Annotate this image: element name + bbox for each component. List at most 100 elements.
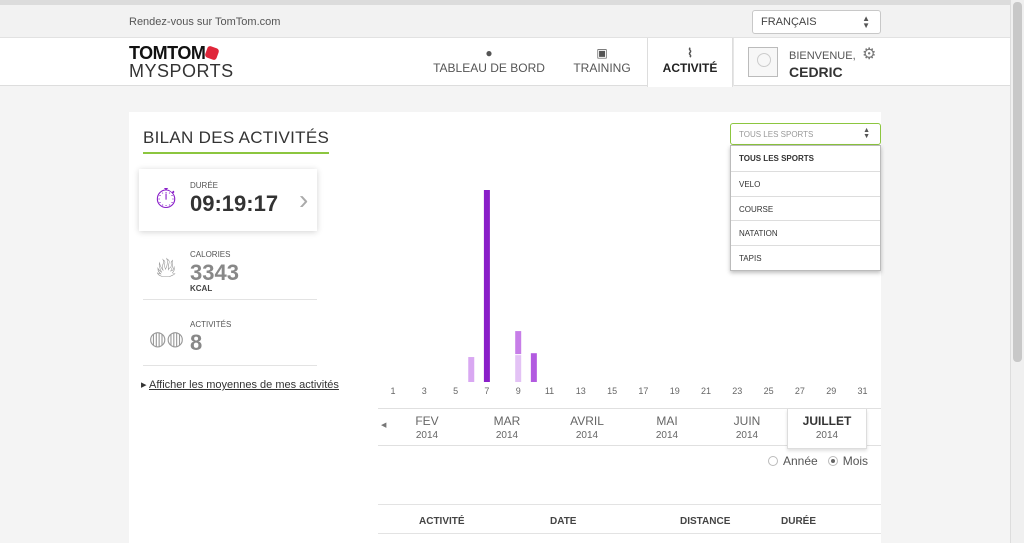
x-tick-label: 31 [857,386,867,396]
month-year: 2014 [495,430,519,441]
activity-summary-panel: BILAN DES ACTIVITÉS ⏱ DURÉE 09:19:17 › 🔥… [129,112,881,543]
sport-option-natation[interactable]: NATATION [731,220,880,245]
x-tick-label: 3 [422,386,427,396]
chart-bar-day-10[interactable] [530,353,537,382]
chart-bar-day-9[interactable] [515,355,522,382]
stat-unit: KCAL [190,284,213,293]
x-tick-label: 7 [484,386,489,396]
stat-activities[interactable]: ◍◍ ACTIVITÉS 8 [139,308,317,370]
chart-bar-day-7[interactable] [483,190,490,382]
month-juillet[interactable]: JUILLET 2014 [787,409,867,449]
radio-annee[interactable] [768,456,778,466]
x-tick-label: 13 [576,386,586,396]
month-name: MAR [493,414,521,428]
x-tick-label: 21 [701,386,711,396]
stat-duration[interactable]: ⏱ DURÉE 09:19:17 › [139,169,317,231]
logo-text-mysports: MYSPORTS [129,61,234,81]
page-title: BILAN DES ACTIVITÉS [143,128,330,154]
x-tick-label: 9 [516,386,521,396]
stat-value: 8 [190,330,203,355]
activity-pulse-icon: ⌇ [687,46,693,60]
month-selector: ◀ FEV 2014 MAR 2014 AVRIL 2014 MAI 2014 JUIN… [378,408,881,449]
user-name: CEDRIC [789,64,843,80]
nav-tableau-de-bord[interactable]: ● TABLEAU DE BORD [427,38,551,86]
stat-label: DURÉE [190,181,219,190]
month-juin[interactable]: JUIN 2014 [707,409,787,446]
sport-option-velo[interactable]: VELO [731,170,880,196]
logo-hand-icon [204,45,221,61]
sport-filter-value: TOUS LES SPORTS [739,130,814,139]
x-tick-label: 19 [670,386,680,396]
month-mar[interactable]: MAR 2014 [467,409,547,446]
tomtom-site-link[interactable]: Rendez-vous sur TomTom.com [129,16,280,28]
month-name: FEV [415,414,439,428]
stat-value: 3343 [190,260,239,285]
averages-link[interactable]: ▸ Afficher les moyennes de mes activités [141,378,339,391]
period-toggle: Année Mois [768,454,868,468]
sport-option-course[interactable]: COURSE [731,195,880,221]
stat-calories[interactable]: 🔥︎ CALORIES 3343 KCAL [139,238,317,300]
top-strip: Rendez-vous sur TomTom.com FRANÇAIS ▲ ▼ [0,0,1010,38]
sport-filter-menu: TOUS LES SPORTS VELO COURSE NATATION TAP… [730,145,881,271]
tomtom-mysports-logo[interactable]: TOMTOM MYSPORTS [129,43,234,82]
month-name: MAI [656,414,678,428]
gear-icon[interactable]: ⚙ [862,44,876,64]
x-tick-label: 23 [732,386,742,396]
welcome-text: BIENVENUE, [789,50,856,62]
month-avril[interactable]: AVRIL 2014 [547,409,627,446]
col-distance[interactable]: DISTANCE [680,516,730,527]
x-tick-label: 17 [638,386,648,396]
training-icon: ▣ [596,46,608,60]
scrollbar-thumb[interactable] [1013,2,1022,362]
flame-icon: 🔥︎ [155,252,177,283]
previous-arrow-icon[interactable]: ◀ [381,421,386,429]
x-tick-label: 15 [607,386,617,396]
stat-label: ACTIVITÉS [190,320,232,329]
x-tick-label: 29 [826,386,836,396]
col-activite[interactable]: ACTIVITÉ [419,516,465,527]
month-year: 2014 [815,430,839,441]
month-name: JUIN [733,414,761,428]
sport-option-tapis[interactable]: TAPIS [731,245,880,270]
radio-mois[interactable] [827,456,838,466]
language-select[interactable]: FRANÇAIS ▲ ▼ [752,10,881,34]
month-fev[interactable]: FEV 2014 [387,409,467,446]
month-year: 2014 [735,430,759,441]
nav-label: TRAINING [573,61,631,75]
col-date[interactable]: DATE [550,516,576,527]
nav-label: ACTIVITÉ [662,61,718,75]
avatar[interactable] [748,47,778,77]
x-tick-label: 25 [764,386,774,396]
select-arrows-icon: ▲ ▼ [863,127,870,140]
nav-activite[interactable]: ⌇ ACTIVITÉ [647,38,733,87]
chevron-right-icon: › [299,184,309,215]
stopwatch-icon: ⏱ [155,183,177,214]
month-year: 2014 [575,430,599,441]
divider [143,299,317,300]
dumbbell-icon: ◍◍ [149,328,184,350]
nav-training[interactable]: ▣ TRAINING [563,38,641,86]
radio-annee-label: Année [783,454,818,468]
averages-link-text: Afficher les moyennes de mes activités [148,379,339,391]
month-name: JUILLET [802,414,852,428]
sport-filter-select[interactable]: TOUS LES SPORTS ▲ ▼ [730,123,881,145]
month-year: 2014 [655,430,679,441]
dashboard-icon: ● [485,46,493,60]
stat-label: CALORIES [190,250,231,259]
month-name: AVRIL [570,414,604,428]
user-box: BIENVENUE, CEDRIC ⚙ [733,38,1010,86]
x-tick-label: 27 [795,386,805,396]
month-mai[interactable]: MAI 2014 [627,409,707,446]
language-value: FRANÇAIS [761,16,817,28]
page-scrollbar[interactable] [1010,0,1024,543]
col-duree[interactable]: DURÉE [781,516,816,527]
sport-option-all[interactable]: TOUS LES SPORTS [731,146,880,171]
x-tick-label: 5 [453,386,458,396]
main-header: TOMTOM MYSPORTS ● TABLEAU DE BORD ▣ TRAI… [0,38,1010,87]
x-tick-label: 11 [545,386,554,396]
logo-text-tomtom: TOMTOM [129,43,206,63]
chart-bar-day-9[interactable] [515,331,522,355]
x-tick-label: 1 [390,386,395,396]
chart-bar-day-6[interactable] [468,357,475,382]
select-arrows-icon: ▲ ▼ [862,14,870,30]
